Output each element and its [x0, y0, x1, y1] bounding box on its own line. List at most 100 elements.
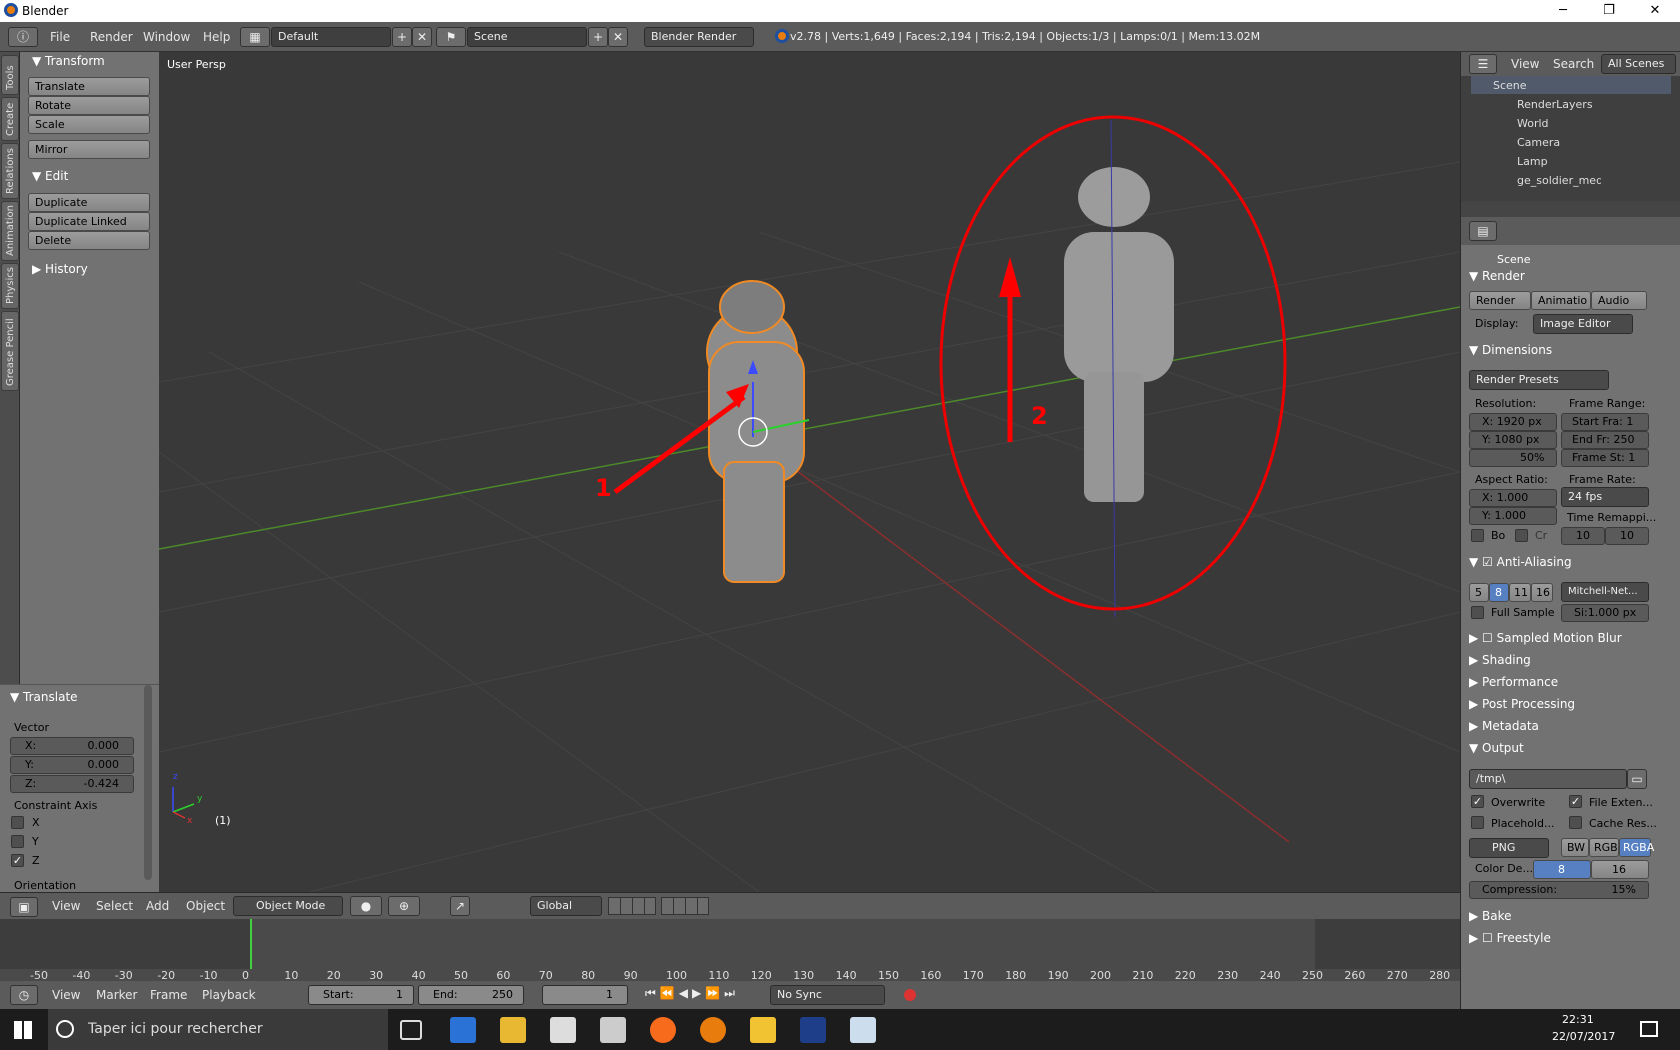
- playback-controls[interactable]: ⏮⏪◀▶⏩⏭: [645, 986, 763, 1004]
- file-format-select[interactable]: PNG: [1469, 838, 1549, 858]
- aa-filter-select[interactable]: Mitchell-Net...: [1561, 582, 1649, 602]
- resolution-y-field[interactable]: Y: 1080 px: [1469, 431, 1557, 449]
- freestyle-header[interactable]: ▶ ☐ Freestyle: [1469, 931, 1663, 947]
- outliner-scenes-select[interactable]: All Scenes: [1601, 54, 1676, 74]
- window-taskbar-icon[interactable]: [850, 1017, 876, 1043]
- add-layout-icon[interactable]: +: [392, 27, 412, 47]
- translate-button[interactable]: Translate: [28, 77, 150, 96]
- mail-icon[interactable]: [600, 1017, 626, 1043]
- outliner-row-camera[interactable]: Camera: [1481, 133, 1671, 151]
- soldier-model-moved[interactable]: [1064, 167, 1174, 502]
- scale-button[interactable]: Scale: [28, 115, 150, 134]
- duplicate-button[interactable]: Duplicate: [28, 193, 150, 212]
- layers-grid-b[interactable]: [661, 897, 709, 915]
- minimize-button[interactable]: ─: [1540, 0, 1586, 22]
- layout-field[interactable]: Default: [271, 27, 391, 47]
- aa-samples-5[interactable]: 5: [1469, 583, 1489, 602]
- outliner-row-scene[interactable]: Scene: [1471, 76, 1671, 94]
- color-depth-8[interactable]: 8: [1533, 860, 1591, 879]
- transform-header[interactable]: ▼ Transform: [32, 54, 105, 68]
- mode-select[interactable]: Object Mode: [233, 896, 343, 916]
- layout-icon[interactable]: ▦: [240, 27, 270, 47]
- aa-samples-11[interactable]: 11: [1509, 583, 1531, 602]
- tl-menu-marker[interactable]: Marker: [96, 988, 137, 1002]
- tab-tools[interactable]: Tools: [1, 55, 19, 95]
- constraint-x-checkbox[interactable]: [11, 816, 24, 829]
- rotate-button[interactable]: Rotate: [28, 96, 150, 115]
- record-icon[interactable]: [904, 989, 916, 1001]
- tab-physics[interactable]: Physics: [1, 263, 19, 309]
- mirror-button[interactable]: Mirror: [28, 140, 150, 159]
- time-remap-old[interactable]: 10: [1561, 527, 1605, 545]
- color-mode-bw[interactable]: BW: [1561, 838, 1589, 857]
- scene-icon[interactable]: ⚑: [436, 27, 466, 47]
- file-ext-checkbox[interactable]: ✓: [1569, 795, 1582, 808]
- tab-create[interactable]: Create: [1, 97, 19, 141]
- viewport-editor-icon[interactable]: ▣: [10, 897, 38, 917]
- bake-header[interactable]: ▶ Bake: [1469, 909, 1663, 931]
- constraint-y-checkbox[interactable]: [11, 835, 24, 848]
- outliner-row-lamp[interactable]: Lamp: [1481, 152, 1671, 170]
- menu-file[interactable]: File: [50, 30, 70, 44]
- menu-help[interactable]: Help: [203, 30, 230, 44]
- end-frame-field[interactable]: End: 250: [418, 985, 524, 1005]
- timeline-editor-icon[interactable]: ◷: [10, 985, 38, 1005]
- layers-grid-a[interactable]: [608, 897, 656, 915]
- resolution-x-field[interactable]: X: 1920 px: [1469, 413, 1557, 431]
- anti-aliasing-header[interactable]: ▼ ☑ Anti-Aliasing: [1469, 555, 1663, 577]
- remove-scene-icon[interactable]: ✕: [608, 27, 628, 47]
- vp-menu-object[interactable]: Object: [186, 899, 225, 913]
- blender-taskbar-icon[interactable]: [700, 1017, 726, 1043]
- outliner-menu-view[interactable]: View: [1511, 57, 1539, 71]
- metadata-header[interactable]: ▶ Metadata: [1469, 719, 1663, 741]
- properties-editor-icon[interactable]: ▤: [1469, 221, 1497, 241]
- frame-step-prop[interactable]: Frame St: 1: [1561, 449, 1649, 467]
- add-scene-icon[interactable]: +: [588, 27, 608, 47]
- color-depth-16[interactable]: 16: [1591, 860, 1649, 879]
- overwrite-checkbox[interactable]: ✓: [1471, 795, 1484, 808]
- history-header[interactable]: ▶ History: [32, 262, 88, 276]
- post-processing-header[interactable]: ▶ Post Processing: [1469, 697, 1663, 719]
- vp-menu-add[interactable]: Add: [146, 899, 169, 913]
- render-button[interactable]: Render: [1469, 291, 1531, 310]
- compression-field[interactable]: Compression: 15%: [1469, 881, 1649, 899]
- start-frame-field[interactable]: Start: 1: [308, 985, 414, 1005]
- filter-size-field[interactable]: Si:1.000 px: [1561, 604, 1649, 622]
- outliner-editor-icon[interactable]: ☰: [1469, 54, 1497, 74]
- color-mode-rgb[interactable]: RGB: [1589, 838, 1619, 857]
- sync-select[interactable]: No Sync: [770, 985, 885, 1005]
- vp-menu-view[interactable]: View: [52, 899, 80, 913]
- performance-header[interactable]: ▶ Performance: [1469, 675, 1663, 697]
- menu-render[interactable]: Render: [90, 30, 133, 44]
- tl-menu-frame[interactable]: Frame: [150, 988, 187, 1002]
- output-path-field[interactable]: /tmp\: [1469, 769, 1627, 789]
- task-view-icon[interactable]: [400, 1020, 422, 1040]
- explorer-icon[interactable]: [500, 1017, 526, 1043]
- tl-menu-playback[interactable]: Playback: [202, 988, 256, 1002]
- render-presets-select[interactable]: Render Presets: [1469, 370, 1609, 390]
- scene-field[interactable]: Scene: [467, 27, 587, 47]
- vp-menu-select[interactable]: Select: [96, 899, 133, 913]
- duplicate-linked-button[interactable]: Duplicate Linked: [28, 212, 150, 231]
- tl-menu-view[interactable]: View: [52, 988, 80, 1002]
- placeholders-checkbox[interactable]: [1471, 816, 1484, 829]
- full-sample-checkbox[interactable]: [1471, 606, 1484, 619]
- shading-select[interactable]: ●: [350, 896, 382, 916]
- vector-y-field[interactable]: Y: 0.000: [10, 756, 134, 774]
- constraint-z-checkbox[interactable]: ✓: [11, 854, 24, 867]
- timeline[interactable]: -50 -40 -30 -20 -10 0 10 20 30 40 50 60 70 80 90 100 110…: [0, 919, 1460, 982]
- aspect-y-field[interactable]: Y: 1.000: [1469, 507, 1557, 525]
- color-mode-rgba[interactable]: RGBA: [1619, 838, 1654, 857]
- current-frame-field[interactable]: 1: [542, 985, 628, 1005]
- cache-result-checkbox[interactable]: [1569, 816, 1582, 829]
- operator-scrollbar[interactable]: [144, 685, 152, 880]
- remove-layout-icon[interactable]: ✕: [412, 27, 432, 47]
- resolution-percent-field[interactable]: 50%: [1469, 449, 1557, 467]
- end-frame-prop[interactable]: End Fr: 250: [1561, 431, 1649, 449]
- tab-grease-pencil[interactable]: Grease Pencil: [1, 311, 19, 391]
- outliner-row-soldier[interactable]: ge_soldier_medic: [1481, 171, 1601, 189]
- fps-select[interactable]: 24 fps: [1561, 487, 1649, 507]
- start-frame-prop[interactable]: Start Fra: 1: [1561, 413, 1649, 431]
- close-button[interactable]: ✕: [1632, 0, 1678, 22]
- display-select[interactable]: Image Editor: [1533, 314, 1633, 334]
